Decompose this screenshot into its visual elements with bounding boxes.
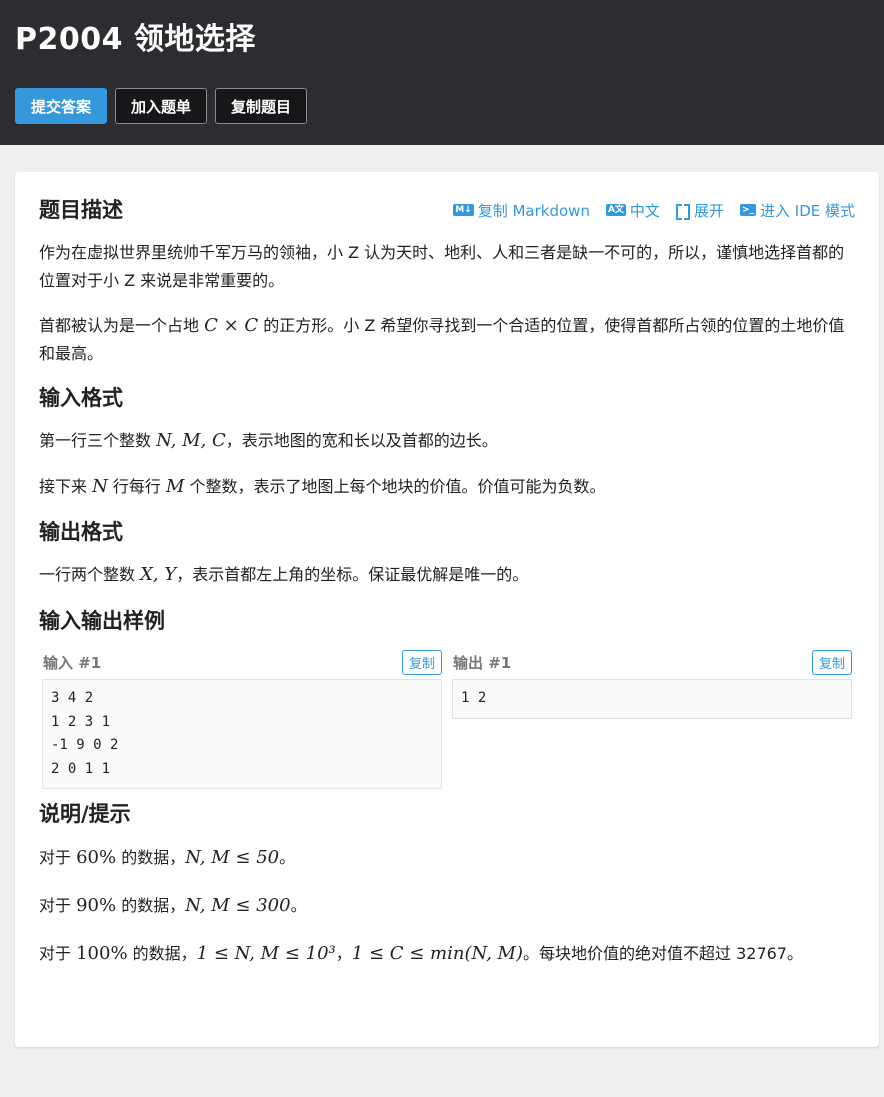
copy-problem-button[interactable]: 复制题目 xyxy=(215,88,308,124)
description-paragraph-2: 首都被认为是一个占地 C × C 的正方形。小 Z 希望你寻找到一个合适的位置，… xyxy=(39,315,845,363)
input-paragraph-1: 第一行三个整数 N, M, C，表示地图的宽和长以及首都的边长。 xyxy=(39,430,498,451)
copy-input-button[interactable]: 复制 xyxy=(401,649,442,675)
input-format-title: 输入格式 xyxy=(39,386,123,410)
description-title: 题目描述 xyxy=(39,198,123,222)
output-format-title: 输出格式 xyxy=(39,520,123,544)
sample-output-label: 输出 #1 xyxy=(453,653,512,672)
math-c-times-c: C × C xyxy=(204,315,259,336)
add-to-list-button[interactable]: 加入题单 xyxy=(115,88,208,124)
markdown-icon: M↓ xyxy=(453,204,474,216)
input-paragraph-2: 接下来 N 行每行 M 个整数，表示了地图上每个地块的价值。价值可能为负数。 xyxy=(39,476,606,497)
sample-input-label: 输入 #1 xyxy=(43,653,102,672)
problem-header: P2004 领地选择 提交答案 加入题单 复制题目 xyxy=(0,0,884,145)
ide-mode-label: 进入 IDE 模式 xyxy=(760,201,855,220)
description-header: 题目描述 M↓ 复制 Markdown A文 中文 展开 >_ 进入 IDE 模… xyxy=(39,196,855,224)
language-label: 中文 xyxy=(629,201,660,220)
sample-output-code[interactable]: 1 2 xyxy=(452,679,852,719)
expand-link[interactable]: 展开 xyxy=(675,200,724,221)
hint-line-1: 对于 60% 的数据，N, M ≤ 50。 xyxy=(39,847,296,868)
hint-title: 说明/提示 xyxy=(39,802,131,826)
problem-toolbar: M↓ 复制 Markdown A文 中文 展开 >_ 进入 IDE 模式 xyxy=(453,200,855,221)
sample-input: 输入 #1 复制 3 4 2 1 2 3 1 -1 9 0 2 2 0 1 1 xyxy=(42,649,442,789)
description-paragraph-1: 作为在虚拟世界里统帅千军万马的领袖，小 Z 认为天时、地利、人和三者是缺一不可的… xyxy=(39,243,845,290)
sample-io: 输入 #1 复制 3 4 2 1 2 3 1 -1 9 0 2 2 0 1 1 … xyxy=(42,649,855,789)
math-xy: X, Y xyxy=(140,564,177,585)
math-nmc: N, M, C xyxy=(156,430,226,451)
terminal-icon: >_ xyxy=(739,204,756,216)
expand-label: 展开 xyxy=(693,201,724,220)
ide-mode-link[interactable]: >_ 进入 IDE 模式 xyxy=(739,200,855,221)
copy-markdown-label: 复制 Markdown xyxy=(477,201,590,220)
output-paragraph-1: 一行两个整数 X, Y，表示首都左上角的坐标。保证最优解是唯一的。 xyxy=(39,564,529,585)
expand-icon xyxy=(675,204,690,220)
hint-line-3: 对于 100% 的数据，1 ≤ N, M ≤ 10³，1 ≤ C ≤ min(N… xyxy=(39,943,803,964)
language-link[interactable]: A文 中文 xyxy=(605,200,660,221)
sample-input-code[interactable]: 3 4 2 1 2 3 1 -1 9 0 2 2 0 1 1 xyxy=(42,679,442,789)
header-actions: 提交答案 加入题单 复制题目 xyxy=(15,88,869,124)
sample-output: 输出 #1 复制 1 2 xyxy=(452,649,852,789)
problem-card: 题目描述 M↓ 复制 Markdown A文 中文 展开 >_ 进入 IDE 模… xyxy=(15,172,879,1047)
submit-answer-button[interactable]: 提交答案 xyxy=(15,88,108,124)
copy-markdown-link[interactable]: M↓ 复制 Markdown xyxy=(453,200,590,221)
hint-line-2: 对于 90% 的数据，N, M ≤ 300。 xyxy=(39,895,307,916)
copy-output-button[interactable]: 复制 xyxy=(811,649,852,675)
translate-icon: A文 xyxy=(605,204,626,216)
samples-title: 输入输出样例 xyxy=(39,609,165,633)
problem-title: P2004 领地选择 xyxy=(15,22,256,57)
